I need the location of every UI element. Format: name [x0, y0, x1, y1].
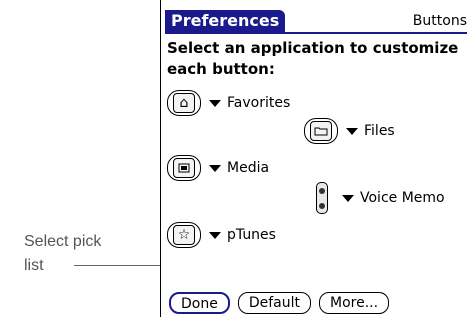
callout-label: Select pick list: [24, 230, 144, 278]
hardware-button-media: [167, 155, 201, 181]
pick-list-files[interactable]: Files: [364, 123, 395, 139]
pick-list-favorites[interactable]: Favorites: [227, 95, 290, 111]
star-icon: ☆: [173, 225, 195, 245]
default-button[interactable]: Default: [237, 292, 311, 314]
pick-list-arrow-icon[interactable]: [346, 127, 358, 135]
pick-list-arrow-icon[interactable]: [342, 194, 354, 202]
panel-selector[interactable]: Buttons: [413, 10, 467, 32]
callout-line-1: Select pick: [24, 233, 102, 250]
hardware-button-files: [304, 118, 338, 144]
preferences-screen: Preferences Buttons Select an applicatio…: [160, 0, 474, 317]
pick-list-arrow-icon[interactable]: [209, 99, 221, 107]
assignment-row-media: Media: [167, 153, 269, 183]
pick-list-media[interactable]: Media: [227, 160, 269, 176]
app-title[interactable]: Preferences: [165, 10, 286, 32]
done-button[interactable]: Done: [169, 292, 230, 314]
pick-list-voice-memo[interactable]: Voice Memo: [360, 190, 445, 206]
folder-icon: [310, 121, 332, 141]
home-icon: ⌂: [173, 93, 195, 113]
voice-memo-side-button-icon: [316, 182, 328, 214]
title-bar: Preferences Buttons: [165, 10, 467, 34]
assignment-row-favorites: ⌂ Favorites: [167, 88, 290, 118]
callout-pointer-line: [74, 265, 160, 266]
more-button[interactable]: More...: [319, 292, 390, 314]
pick-list-arrow-icon[interactable]: [209, 231, 221, 239]
media-icon: [173, 158, 195, 178]
callout-line-2: list: [24, 257, 44, 274]
pick-list-ptunes[interactable]: pTunes: [227, 227, 276, 243]
pick-list-arrow-icon[interactable]: [209, 164, 221, 172]
hardware-button-home: ⌂: [167, 90, 201, 116]
assignment-row-files: Files: [304, 116, 395, 146]
hardware-button-star: ☆: [167, 222, 201, 248]
assignment-row-voice-memo: Voice Memo: [316, 180, 445, 216]
instructions-text: Select an application to customize each …: [167, 39, 459, 78]
bottom-button-bar: Done Default More...: [169, 292, 390, 314]
assignment-row-ptunes: ☆ pTunes: [167, 220, 276, 250]
